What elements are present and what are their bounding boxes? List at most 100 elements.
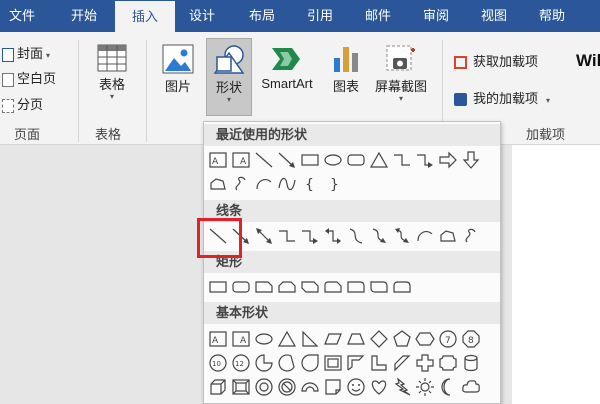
tab-mailings[interactable]: 邮件	[356, 0, 400, 32]
tab-view[interactable]: 视图	[472, 0, 516, 32]
my-addins-button[interactable]: 我的加载项 ▾	[454, 88, 550, 107]
shape-rect-icon[interactable]	[300, 150, 320, 170]
shape-curve-icon[interactable]	[346, 226, 366, 246]
shape-octagon-icon[interactable]: 8	[461, 329, 481, 349]
shape-heptagon-icon[interactable]: 7	[438, 329, 458, 349]
shape-arrow-icon[interactable]	[277, 150, 297, 170]
shape-elbowdbl-icon[interactable]	[323, 226, 343, 246]
shape-sun-icon[interactable]	[415, 377, 435, 397]
shape-cube-icon[interactable]	[208, 377, 228, 397]
shape-oval-icon[interactable]	[323, 150, 343, 170]
shape-pentagon-icon[interactable]	[392, 329, 412, 349]
tab-home[interactable]: 开始	[62, 0, 106, 32]
shape-lightning-icon[interactable]	[392, 377, 412, 397]
shape-vtextbox-icon[interactable]: A	[231, 329, 251, 349]
shapes-button[interactable]: 形状 ▾	[206, 38, 252, 116]
shape-line-icon[interactable]	[254, 150, 274, 170]
shape-bevel-icon[interactable]	[231, 377, 251, 397]
shape-snip1-icon[interactable]	[254, 277, 274, 297]
shape-smiley-icon[interactable]	[346, 377, 366, 397]
shape-rrect-icon[interactable]	[231, 277, 251, 297]
shape-blockarc-icon[interactable]	[300, 377, 320, 397]
shape-lshape-icon[interactable]	[369, 353, 389, 373]
shape-foldedcorner-icon[interactable]	[323, 377, 343, 397]
smartart-button[interactable]: SmartArt	[254, 44, 320, 91]
shape-darrow-icon[interactable]	[461, 150, 481, 170]
shape-round2-icon[interactable]	[369, 277, 389, 297]
shape-heart-icon[interactable]	[369, 377, 389, 397]
shape-elbowarrow-icon[interactable]	[300, 226, 320, 246]
shape-curvedbl-icon[interactable]	[392, 226, 412, 246]
tab-file[interactable]: 文件	[0, 0, 44, 32]
shape-dodecagon-icon[interactable]: 12	[231, 353, 251, 373]
shape-noentry-icon[interactable]	[277, 377, 297, 397]
shape-parallelogram-icon[interactable]	[323, 329, 343, 349]
shape-elbowarrow-icon[interactable]	[415, 150, 435, 170]
shape-decagon-icon[interactable]: 10	[208, 353, 228, 373]
shape-oval-icon[interactable]	[254, 329, 274, 349]
shape-frame-icon[interactable]	[323, 353, 343, 373]
tab-design[interactable]: 设计	[180, 0, 224, 32]
chart-button[interactable]: 图表	[326, 44, 366, 95]
shape-lbrace-icon[interactable]: {	[300, 174, 320, 194]
shape-rbrace-icon[interactable]: }	[323, 174, 343, 194]
shape-scribble-icon[interactable]	[231, 174, 251, 194]
picture-button[interactable]: 图片	[156, 44, 200, 95]
shape-hexagon-icon[interactable]	[415, 329, 435, 349]
document-page[interactable]	[512, 145, 600, 404]
shape-pie-icon[interactable]	[254, 353, 274, 373]
shape-trapezoid-icon[interactable]	[346, 329, 366, 349]
table-button[interactable]: 表格 ▾	[88, 44, 136, 101]
get-addins-button[interactable]: 获取加载项	[454, 51, 538, 70]
tab-insert[interactable]: 插入	[115, 1, 175, 32]
shape-plaque-icon[interactable]	[438, 353, 458, 373]
shape-snipround-icon[interactable]	[323, 277, 343, 297]
shape-elbow-icon[interactable]	[392, 150, 412, 170]
tab-references[interactable]: 引用	[298, 0, 342, 32]
shape-round3-icon[interactable]	[392, 277, 412, 297]
tab-help[interactable]: 帮助	[530, 0, 574, 32]
shape-rarrow-icon[interactable]	[438, 150, 458, 170]
shape-freeform-icon[interactable]	[438, 226, 458, 246]
cover-page-button[interactable]: 封面 ▾	[2, 43, 50, 62]
shape-snip2-icon[interactable]	[277, 277, 297, 297]
shape-round1-icon[interactable]	[346, 277, 366, 297]
shape-wave-icon[interactable]	[277, 174, 297, 194]
wikipedia-button[interactable]: Wik	[576, 51, 600, 71]
shape-rtriangle-icon[interactable]	[300, 329, 320, 349]
shape-teardrop-icon[interactable]	[300, 353, 320, 373]
shape-chord-icon[interactable]	[277, 353, 297, 373]
screenshot-label: 屏幕截图	[374, 79, 427, 94]
shape-rect-icon[interactable]	[208, 277, 228, 297]
wikipedia-label: Wik	[576, 51, 600, 70]
shape-triangle-icon[interactable]	[369, 150, 389, 170]
shape-freeform-icon[interactable]	[208, 174, 228, 194]
shape-diagstripe-icon[interactable]	[392, 353, 412, 373]
shape-scribble-icon[interactable]	[461, 226, 481, 246]
shape-curvearrow-icon[interactable]	[369, 226, 389, 246]
tab-review[interactable]: 审阅	[414, 0, 458, 32]
shape-cross-icon[interactable]	[415, 353, 435, 373]
shape-halfframe-icon[interactable]	[346, 353, 366, 373]
shape-moon-icon[interactable]	[438, 377, 458, 397]
shape-rrect-icon[interactable]	[346, 150, 366, 170]
shape-vtextbox-icon[interactable]: A	[231, 150, 251, 170]
shape-donut-icon[interactable]	[254, 377, 274, 397]
shape-cloud-icon[interactable]	[461, 377, 481, 397]
shape-textbox-icon[interactable]: A	[208, 150, 228, 170]
shape-can-icon[interactable]	[461, 353, 481, 373]
shape-dblarrow-icon[interactable]	[254, 226, 274, 246]
tab-layout[interactable]: 布局	[240, 0, 284, 32]
screenshot-button[interactable]: 屏幕截图 ▾	[370, 44, 432, 103]
page-break-button[interactable]: 分页	[2, 94, 43, 113]
shape-arc-icon[interactable]	[254, 174, 274, 194]
blank-page-button[interactable]: 空白页	[2, 68, 56, 87]
shape-arc-icon[interactable]	[415, 226, 435, 246]
shape-triangle-icon[interactable]	[277, 329, 297, 349]
shape-elbow-icon[interactable]	[277, 226, 297, 246]
my-addins-label: 我的加载项	[473, 91, 539, 106]
shape-diamond-icon[interactable]	[369, 329, 389, 349]
shape-textbox-icon[interactable]: A	[208, 329, 228, 349]
shape-snip3-icon[interactable]	[300, 277, 320, 297]
smartart-icon	[272, 48, 300, 70]
